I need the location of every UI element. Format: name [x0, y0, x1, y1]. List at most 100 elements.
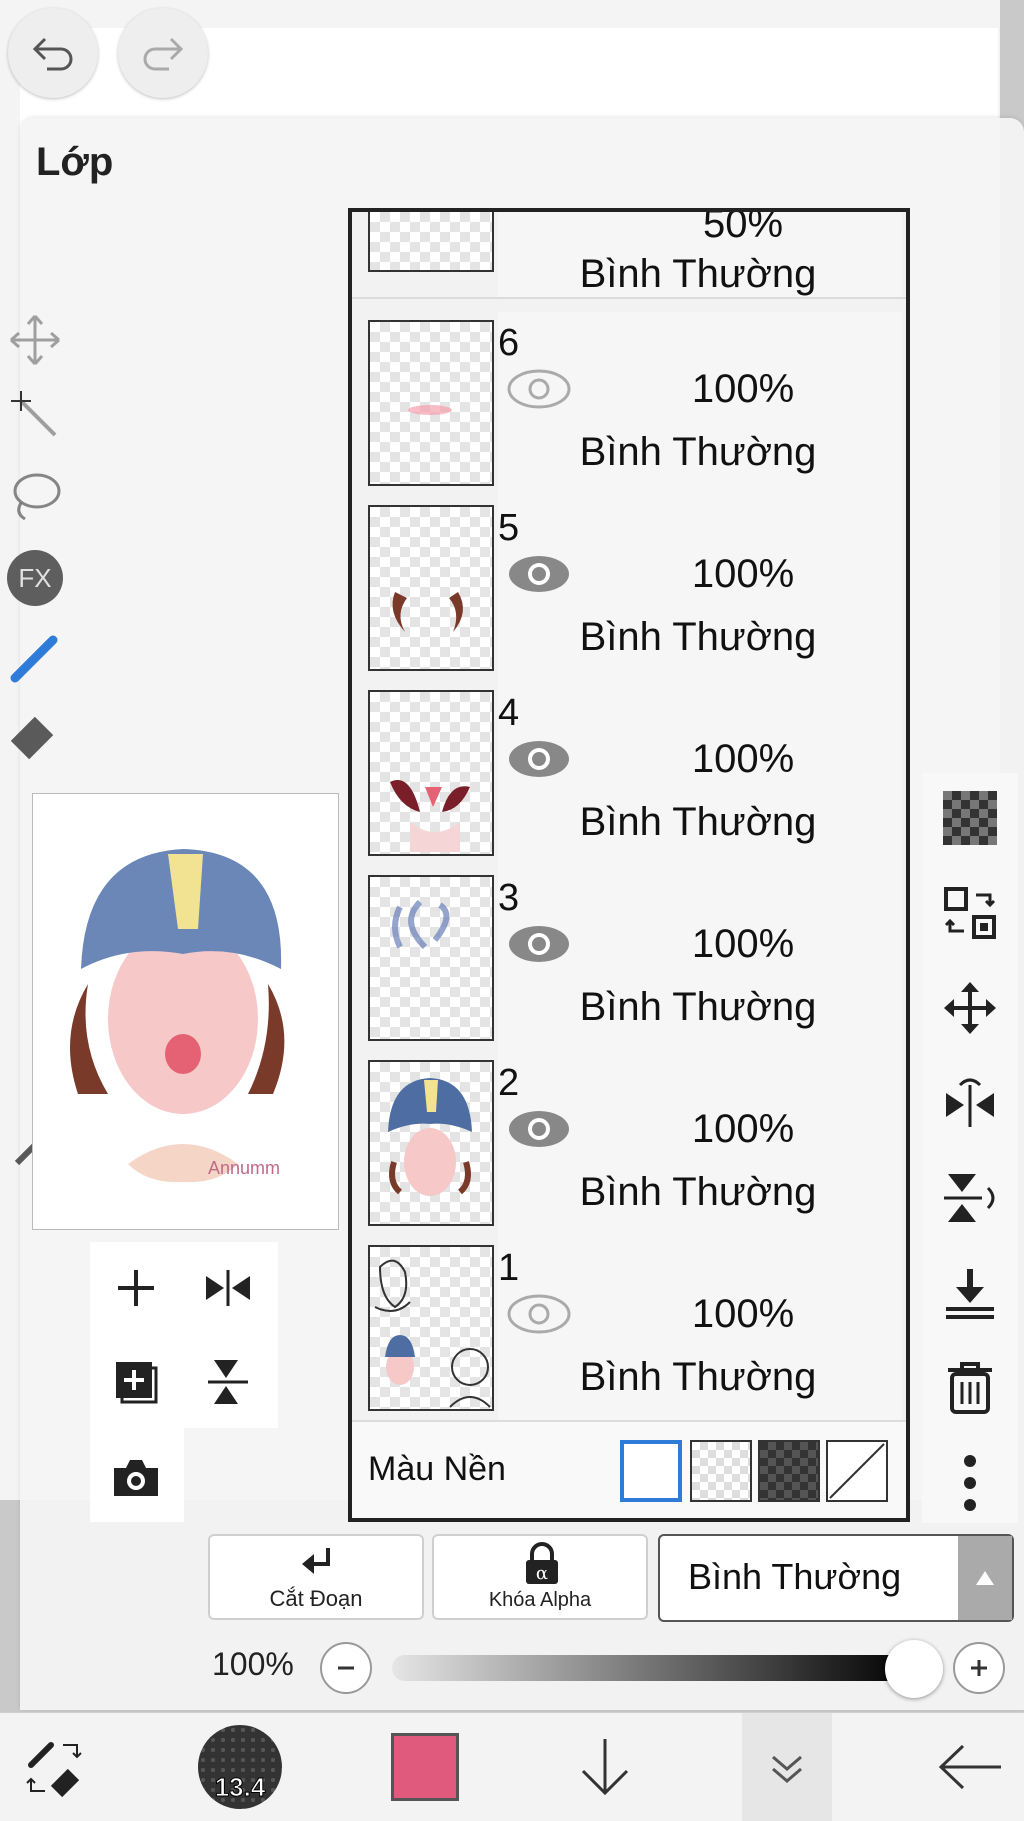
- opacity-slider[interactable]: [392, 1655, 912, 1681]
- layer-opacity: 50%: [702, 208, 784, 246]
- double-chevron-down-icon: [772, 1755, 802, 1783]
- eye-icon[interactable]: [506, 367, 572, 411]
- layer-thumbnail: [368, 875, 494, 1041]
- layer-blend-mode: Bình Thường: [579, 252, 817, 296]
- layer-blend-mode: Bình Thường: [579, 1355, 817, 1399]
- layer-row[interactable]: 5 100% Bình Thường: [352, 497, 906, 684]
- layer-thumbnail: [368, 1245, 494, 1411]
- lock-icon: α: [526, 1542, 558, 1584]
- duplicate-layer-button[interactable]: [104, 1350, 168, 1414]
- flip-vertical-icon: [944, 1174, 995, 1222]
- layer-blend-mode: Bình Thường: [579, 615, 817, 659]
- opacity-slider-handle[interactable]: [885, 1640, 943, 1698]
- blend-mode-dropdown-arrow[interactable]: [958, 1536, 1012, 1620]
- lasso-icon[interactable]: [0, 465, 70, 525]
- merge-down-icon: [946, 1269, 994, 1319]
- canvas-preview: Annumm: [32, 793, 339, 1230]
- flip-vertical-button[interactable]: [196, 1350, 260, 1414]
- merge-down-button[interactable]: [940, 1263, 1000, 1323]
- svg-text:α: α: [536, 1563, 548, 1584]
- add-layer-button[interactable]: [104, 1256, 168, 1320]
- eye-icon[interactable]: [506, 552, 572, 596]
- signature-text: Annumm: [208, 1158, 280, 1178]
- undo-button[interactable]: [8, 8, 98, 98]
- opacity-increase-button[interactable]: [953, 1642, 1005, 1694]
- background-color-row: Màu Nền: [352, 1420, 906, 1518]
- layer-number: 4: [498, 692, 520, 734]
- tool-swap-button[interactable]: [0, 1713, 110, 1821]
- layer-row[interactable]: 3 100% Bình Thường: [352, 867, 906, 1054]
- opacity-decrease-button[interactable]: [320, 1642, 372, 1694]
- flip-vertical-icon: [208, 1360, 248, 1404]
- camera-icon: [114, 1460, 158, 1496]
- brush-eraser-swap-icon: [26, 1742, 82, 1798]
- clipping-label: Cắt Đoạn: [269, 1586, 363, 1611]
- layer-thumbnail: [368, 690, 494, 856]
- flip-horizontal-icon: [946, 1078, 994, 1127]
- layer-blend-mode: Bình Thường: [579, 800, 817, 844]
- move-layer-button[interactable]: [940, 978, 1000, 1038]
- delete-layer-button[interactable]: [940, 1358, 1000, 1418]
- current-color-swatch: [391, 1733, 459, 1801]
- move-tool-icon[interactable]: [0, 310, 70, 370]
- layer-opacity: 100%: [691, 1107, 795, 1151]
- triangle-up-icon: [976, 1571, 994, 1585]
- swap-icon: [944, 887, 996, 939]
- layer-down-button[interactable]: [555, 1713, 655, 1821]
- layer-thumbnail: [368, 1060, 494, 1226]
- minus-icon: [338, 1666, 354, 1670]
- layer-opacity: 100%: [691, 737, 795, 781]
- clipping-button[interactable]: Cắt Đoạn: [208, 1534, 424, 1620]
- eraser-icon[interactable]: [0, 705, 70, 765]
- background-transparent-swatch[interactable]: [690, 1440, 752, 1502]
- alpha-lock-button[interactable]: α Khóa Alpha: [432, 1534, 648, 1620]
- checkerboard-icon: [943, 791, 997, 845]
- layer-row[interactable]: 4 100% Bình Thường: [352, 682, 906, 869]
- layer-opacity: 100%: [691, 922, 795, 966]
- more-options-button[interactable]: [940, 1453, 1000, 1513]
- clipping-arrow-icon: [302, 1548, 330, 1574]
- flip-horizontal-icon: [206, 1270, 250, 1306]
- layer-number: 3: [498, 877, 520, 919]
- background-label: Màu Nền: [368, 1450, 506, 1488]
- brush-icon[interactable]: [0, 628, 70, 688]
- duplicate-layer-icon: [116, 1362, 158, 1404]
- swap-layer-button[interactable]: [940, 883, 1000, 943]
- color-button[interactable]: [370, 1713, 480, 1821]
- collapse-panel-button[interactable]: [742, 1713, 832, 1821]
- bottom-toolbar: 13.4: [0, 1712, 1024, 1821]
- layer-number: 2: [498, 1062, 520, 1104]
- brush-size-button[interactable]: 13.4: [190, 1713, 290, 1821]
- flip-horizontal-button[interactable]: [196, 1256, 260, 1320]
- fx-icon[interactable]: FX: [0, 548, 70, 608]
- more-vertical-icon: [964, 1455, 976, 1511]
- layer-row[interactable]: 1 100% Bình Thường: [352, 1237, 906, 1424]
- eye-icon[interactable]: [506, 1292, 572, 1336]
- new-raster-layer-button[interactable]: [940, 788, 1000, 848]
- redo-button[interactable]: [118, 8, 208, 98]
- redo-icon: [143, 37, 184, 71]
- blend-mode-select[interactable]: Bình Thường: [658, 1534, 1014, 1622]
- layer-blend-mode: Bình Thường: [579, 1170, 817, 1214]
- back-button[interactable]: [920, 1713, 1020, 1821]
- layer-row[interactable]: 6 100% Bình Thường: [352, 312, 906, 499]
- eye-icon[interactable]: [506, 1107, 572, 1151]
- layer-blend-mode: Bình Thường: [579, 985, 817, 1029]
- background-white-swatch[interactable]: [620, 1440, 682, 1502]
- plus-icon: [971, 1660, 987, 1676]
- eye-icon[interactable]: [506, 922, 572, 966]
- opacity-value: 100%: [212, 1646, 294, 1682]
- layer-number: 1: [498, 1247, 520, 1289]
- background-dark-swatch[interactable]: [758, 1440, 820, 1502]
- eye-icon[interactable]: [506, 737, 572, 781]
- alpha-lock-label: Khóa Alpha: [488, 1589, 592, 1611]
- magic-wand-icon[interactable]: [0, 385, 70, 445]
- plus-icon: [118, 1270, 154, 1306]
- layer-row[interactable]: 50% Bình Thường: [352, 208, 906, 299]
- flip-layer-horizontal-button[interactable]: [940, 1073, 1000, 1133]
- move-icon: [944, 982, 996, 1034]
- layer-row[interactable]: 2 100% Bình Thường: [352, 1052, 906, 1239]
- camera-button[interactable]: [104, 1446, 168, 1510]
- flip-layer-vertical-button[interactable]: [940, 1168, 1000, 1228]
- background-none-swatch[interactable]: [826, 1440, 888, 1502]
